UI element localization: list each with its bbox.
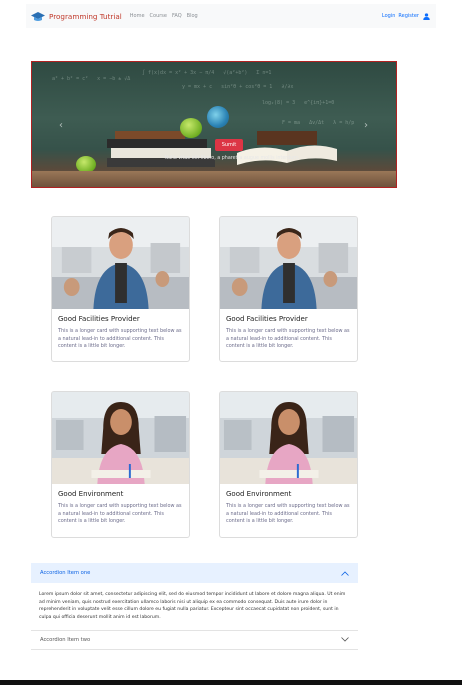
nav-auth: Login Register [379, 12, 430, 20]
nav-link-faq[interactable]: FAQ [172, 13, 182, 19]
nav-links: Home Course FAQ Blog [130, 13, 203, 19]
card-body: Good Facilities Provider This is a longe… [52, 309, 189, 351]
brand-title: Programming Tutrial [49, 11, 122, 21]
chevron-up-icon [341, 570, 349, 576]
accordion-item-one-body: Lorem ipsum dolor sit amet, consectetur … [39, 592, 346, 621]
nav-link-home[interactable]: Home [130, 13, 145, 19]
chevron-down-icon [341, 637, 349, 642]
card-text: This is a longer card with supporting te… [226, 503, 350, 524]
hero-carousel: ∫ f(x)dx = x² + 3x − π/4 √(a²+b²) Σ n=1 … [31, 61, 397, 188]
chalkboard-scribble: F = ma Δv/Δt λ = h/p [282, 120, 355, 126]
accordion-item-title: Accordion Item two [40, 636, 91, 643]
submit-button[interactable]: Sumit [215, 139, 243, 151]
chalkboard-scribble: y = mx + c sin²θ + cos²θ = 1 ∂/∂x [182, 84, 294, 90]
green-apple [180, 118, 202, 138]
student-girl-photo [52, 392, 189, 484]
card-text: This is a longer card with supporting te… [58, 328, 182, 349]
chalkboard-scribble: ∫ f(x)dx = x² + 3x − π/4 √(a²+b²) Σ n=1 [142, 70, 272, 76]
student-boy-photo [52, 217, 189, 309]
accordion-item-title: Accordion Item one [40, 570, 91, 576]
carousel-caption: Nulla vitae elit libero, a pharetra augu… [164, 156, 300, 161]
globe-image [207, 106, 229, 128]
card-title: Good Facilities Provider [226, 315, 308, 323]
accordion: Accordion Item one Lorem ipsum dolor sit… [31, 563, 358, 650]
chalkboard-scribble: log₂(8) = 3 e^{iπ}+1=0 [262, 100, 335, 106]
card-body: Good Facilities Provider This is a longe… [220, 309, 357, 351]
card-title: Good Environment [58, 490, 124, 498]
card-title: Good Facilities Provider [58, 315, 140, 323]
accordion-item-one-header[interactable]: Accordion Item one [31, 563, 358, 583]
register-link[interactable]: Register [398, 13, 419, 19]
feature-card: Good Environment This is a longer card w… [51, 391, 190, 538]
chalkboard-scribble: a² + b² = c² x = −b ± √Δ [52, 76, 131, 82]
footer-bar [0, 680, 462, 685]
carousel-next-icon[interactable]: › [364, 120, 368, 131]
nav-link-course[interactable]: Course [150, 13, 167, 19]
card-text: This is a longer card with supporting te… [58, 503, 182, 524]
card-title: Good Environment [226, 490, 292, 498]
accordion-item-two-header[interactable]: Accordion Item two [31, 629, 358, 650]
feature-card: Good Facilities Provider This is a longe… [219, 216, 358, 362]
feature-card: Good Environment This is a longer card w… [219, 391, 358, 538]
books-image [107, 131, 337, 167]
feature-card: Good Facilities Provider This is a longe… [51, 216, 190, 362]
nav-link-blog[interactable]: Blog [187, 13, 198, 19]
desk-surface [32, 171, 396, 187]
student-boy-photo [220, 217, 357, 309]
card-text: This is a longer card with supporting te… [226, 328, 350, 349]
carousel-prev-icon[interactable]: ‹ [59, 120, 63, 131]
brand[interactable]: Programming Tutrial [31, 11, 122, 22]
user-icon[interactable] [423, 12, 430, 20]
card-body: Good Environment This is a longer card w… [220, 484, 357, 526]
student-girl-photo [220, 392, 357, 484]
card-body: Good Environment This is a longer card w… [52, 484, 189, 526]
login-link[interactable]: Login [382, 13, 396, 19]
top-navbar: Programming Tutrial Home Course FAQ Blog… [26, 4, 436, 28]
graduation-cap-icon [31, 11, 45, 21]
